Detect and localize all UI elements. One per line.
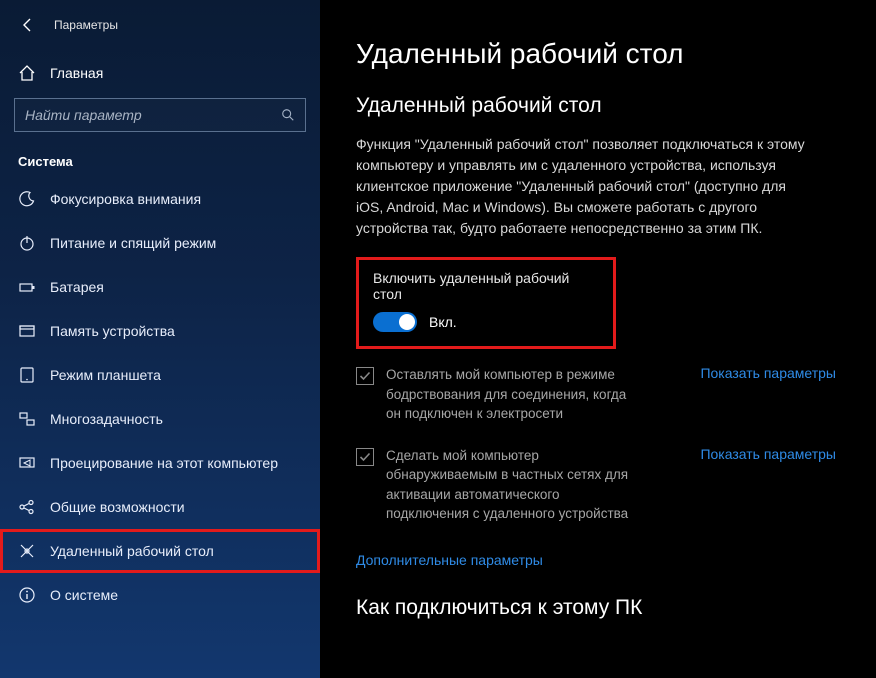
sidebar-item-storage[interactable]: Память устройства [0,309,320,353]
page-heading: Удаленный рабочий стол [356,38,846,70]
sidebar-item-label: Удаленный рабочий стол [50,543,214,559]
content-pane: Удаленный рабочий стол Удаленный рабочий… [320,0,876,678]
sidebar-item-about[interactable]: О системе [0,573,320,617]
group-label: Система [0,138,320,177]
sidebar-item-battery[interactable]: Батарея [0,265,320,309]
checkbox-keep-awake[interactable] [356,367,374,385]
checkbox-discoverable[interactable] [356,448,374,466]
moon-icon [18,190,36,208]
sidebar-item-label: Общие возможности [50,499,185,515]
projecting-icon [18,454,36,472]
check-icon [359,451,371,463]
toggle-state: Вкл. [429,314,457,330]
sidebar-item-label: Многозадачность [50,411,163,427]
sidebar-item-label: Проецирование на этот компьютер [50,455,278,471]
option-keep-awake: Оставлять мой компьютер в режиме бодрств… [356,365,836,424]
section-description: Функция "Удаленный рабочий стол" позволя… [356,134,816,239]
sidebar-item-label: О системе [50,587,118,603]
home-icon [18,64,36,82]
option-text: Сделать мой компьютер обнаруживаемым в ч… [386,446,636,524]
nav-list: Фокусировка внимания Питание и спящий ре… [0,177,320,617]
multitask-icon [18,410,36,428]
search-container [0,84,320,138]
enable-remote-box: Включить удаленный рабочий стол Вкл. [356,257,616,349]
toggle-knob [399,314,415,330]
check-icon [359,370,371,382]
sidebar-item-label: Режим планшета [50,367,161,383]
advanced-settings-link[interactable]: Дополнительные параметры [356,552,543,568]
sidebar-item-power-sleep[interactable]: Питание и спящий режим [0,221,320,265]
sidebar-item-projecting[interactable]: Проецирование на этот компьютер [0,441,320,485]
sidebar-item-multitasking[interactable]: Многозадачность [0,397,320,441]
battery-icon [18,278,36,296]
sidebar-item-shared-experiences[interactable]: Общие возможности [0,485,320,529]
sidebar-item-label: Фокусировка внимания [50,191,201,207]
show-settings-link[interactable]: Показать параметры [700,446,836,462]
section-heading: Удаленный рабочий стол [356,94,846,118]
sidebar-item-tablet-mode[interactable]: Режим планшета [0,353,320,397]
toggle-label: Включить удаленный рабочий стол [373,270,599,302]
search-box[interactable] [14,98,306,132]
home-label: Главная [50,65,103,81]
sidebar-item-label: Питание и спящий режим [50,235,216,251]
search-input[interactable] [25,107,281,123]
arrow-left-icon [20,17,36,33]
sidebar-item-label: Память устройства [50,323,175,339]
titlebar: Параметры [0,0,320,40]
storage-icon [18,322,36,340]
option-discoverable: Сделать мой компьютер обнаруживаемым в ч… [356,446,836,524]
back-button[interactable] [16,13,40,37]
sidebar-item-remote-desktop[interactable]: Удаленный рабочий стол [0,529,320,573]
home-button[interactable]: Главная [0,54,320,84]
share-icon [18,498,36,516]
info-icon [18,586,36,604]
sidebar-item-focus-assist[interactable]: Фокусировка внимания [0,177,320,221]
tablet-icon [18,366,36,384]
connect-heading: Как подключиться к этому ПК [356,596,846,620]
option-text: Оставлять мой компьютер в режиме бодрств… [386,365,636,424]
show-settings-link[interactable]: Показать параметры [700,365,836,381]
window-title: Параметры [54,18,118,32]
remote-desktop-icon [18,542,36,560]
sidebar: Параметры Главная Система Фокусировк [0,0,320,678]
search-icon [281,108,295,122]
sidebar-item-label: Батарея [50,279,104,295]
power-icon [18,234,36,252]
settings-window: Параметры Главная Система Фокусировк [0,0,876,678]
toggle-row: Вкл. [373,312,599,332]
enable-remote-toggle[interactable] [373,312,417,332]
